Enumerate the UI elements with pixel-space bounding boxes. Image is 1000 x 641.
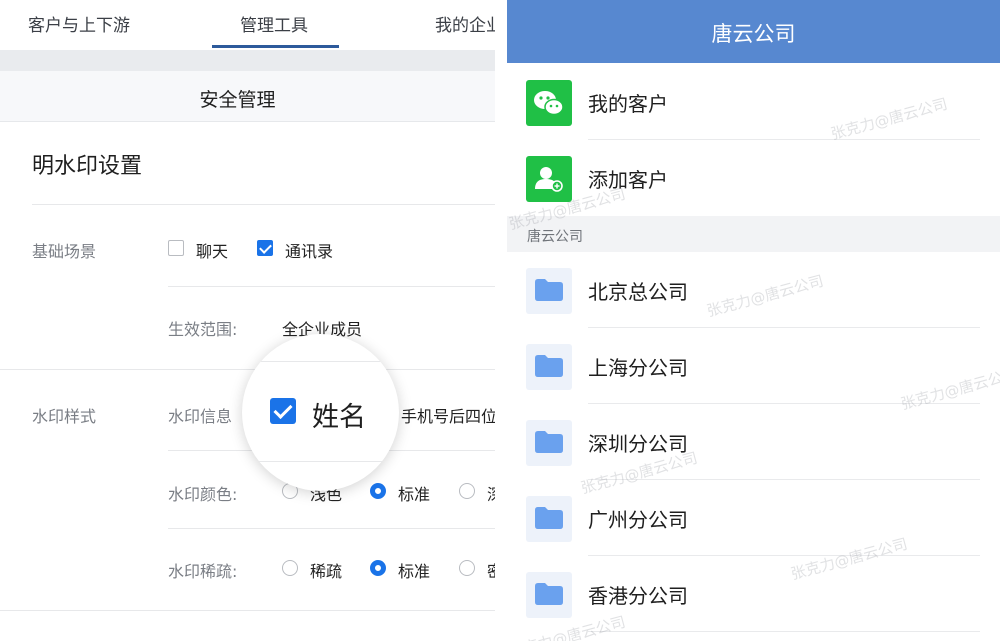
list-item-label: 香港分公司 — [588, 584, 688, 608]
density-dense-radio[interactable] — [459, 560, 475, 576]
add-contact-icon — [526, 156, 572, 202]
list-item-shenzhen[interactable]: 深圳分公司 — [507, 404, 1000, 480]
divider — [0, 610, 495, 611]
divider — [32, 204, 495, 205]
color-standard-radio[interactable] — [370, 483, 386, 499]
management-tools-pane: 客户与上下游 管理工具 我的企业 安全管理 明水印设置 基础场景 聊天 通讯录 … — [0, 0, 495, 641]
tab-customers-partners[interactable]: 客户与上下游 — [28, 0, 130, 50]
watermark-info-label: 水印信息 — [168, 407, 233, 426]
contacts-pane: 唐云公司 我的客户 添加客户 唐云公司 北京总公司 上海分公司 深圳分公司 广州… — [507, 0, 1000, 641]
color-dark-radio[interactable] — [459, 483, 475, 499]
name-checkbox[interactable] — [270, 398, 296, 424]
divider — [168, 286, 495, 287]
density-sparse-radio[interactable] — [282, 560, 298, 576]
list-item-my-customers[interactable]: 我的客户 — [507, 64, 1000, 140]
list-item-beijing[interactable]: 北京总公司 — [507, 252, 1000, 328]
list-item-label: 添加客户 — [588, 168, 668, 192]
list-item-shanghai[interactable]: 上海分公司 — [507, 328, 1000, 404]
list-item-add-customer[interactable]: 添加客户 — [507, 140, 1000, 216]
tab-management-tools[interactable]: 管理工具 — [240, 0, 308, 50]
list-item-guangzhou[interactable]: 广州分公司 — [507, 480, 1000, 556]
magnifier-callout: 姓名 — [242, 334, 399, 491]
divider — [588, 631, 980, 632]
form-title: 明水印设置 — [32, 154, 143, 179]
density-standard-radio[interactable] — [370, 560, 386, 576]
list-item-label: 我的客户 — [588, 92, 668, 116]
list-item-label: 广州分公司 — [588, 508, 688, 532]
color-dark-label: 深色 — [487, 481, 495, 505]
tab-my-enterprise[interactable]: 我的企业 — [435, 0, 495, 50]
divider — [168, 528, 495, 529]
watermark-color-label: 水印颜色: — [168, 485, 238, 504]
group-label: 唐云公司 — [527, 229, 583, 245]
company-title: 唐云公司 — [711, 22, 796, 46]
company-header: 唐云公司 — [507, 0, 1000, 63]
section-header: 安全管理 — [0, 71, 495, 122]
divider-band — [0, 50, 495, 71]
list-item-hongkong[interactable]: 香港分公司 — [507, 556, 1000, 632]
divider — [0, 369, 495, 370]
contacts-option-label: 通讯录 — [285, 242, 334, 261]
group-header: 唐云公司 — [507, 216, 1000, 252]
magnifier-divider — [242, 461, 399, 462]
chat-option-label: 聊天 — [196, 242, 229, 261]
magnifier-divider — [242, 361, 399, 362]
scope-label: 生效范围: — [168, 320, 238, 339]
list-item-label: 深圳分公司 — [588, 432, 688, 456]
density-dense-label: 密集 — [487, 558, 495, 582]
section-title: 安全管理 — [199, 89, 276, 111]
active-tab-indicator — [212, 45, 339, 48]
scene-label: 基础场景 — [32, 242, 97, 261]
chat-checkbox[interactable] — [168, 240, 184, 256]
list-item-label: 北京总公司 — [588, 280, 688, 304]
phone-last-four-option[interactable]: 手机号后四位 — [401, 403, 495, 427]
folder-icon — [526, 344, 572, 390]
folder-icon — [526, 420, 572, 466]
folder-icon — [526, 496, 572, 542]
name-option-label: 姓名 — [312, 402, 366, 433]
watermark-style-label: 水印样式 — [32, 407, 97, 426]
color-standard-label: 标准 — [398, 485, 431, 504]
folder-icon — [526, 572, 572, 618]
density-standard-label: 标准 — [398, 562, 431, 581]
folder-icon — [526, 268, 572, 314]
top-tab-bar: 客户与上下游 管理工具 我的企业 — [0, 0, 495, 50]
watermark-density-label: 水印稀疏: — [168, 562, 238, 581]
wechat-icon — [526, 80, 572, 126]
density-sparse-label: 稀疏 — [310, 562, 343, 581]
contacts-checkbox[interactable] — [257, 240, 273, 256]
list-item-label: 上海分公司 — [588, 356, 688, 380]
